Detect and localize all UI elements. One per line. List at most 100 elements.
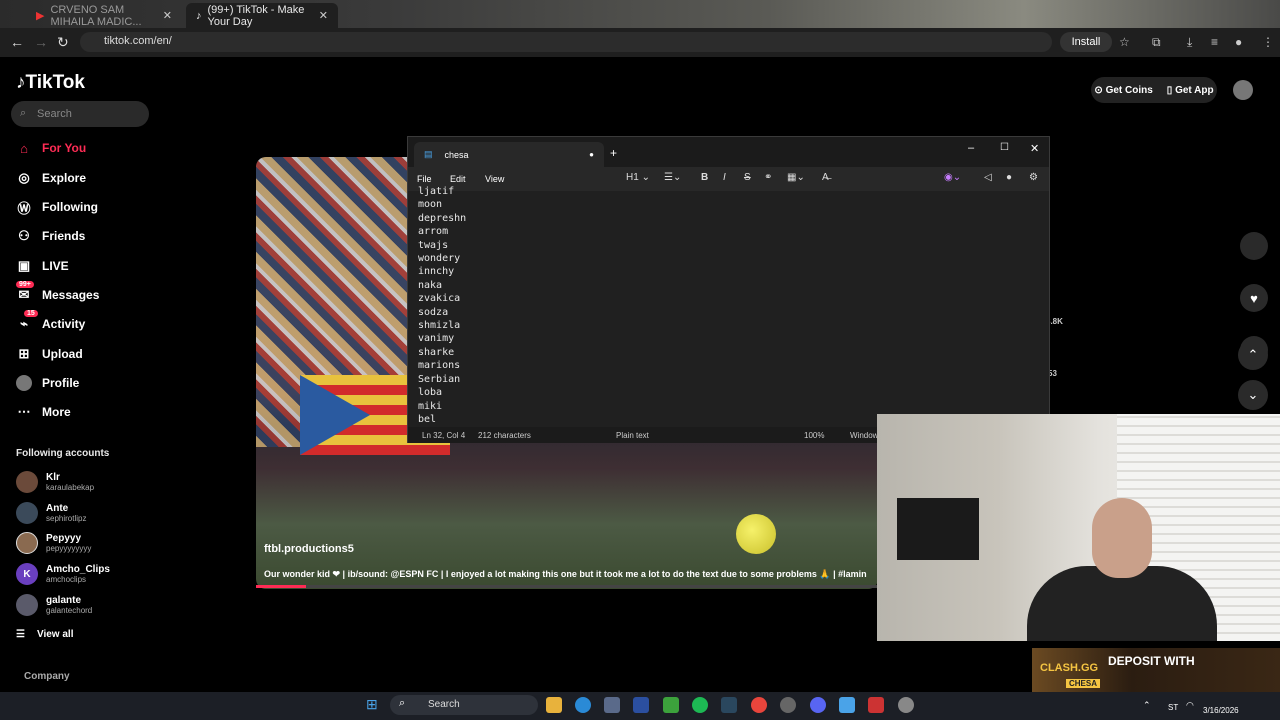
chevron-up-icon[interactable]: ⌃ [1143,700,1151,711]
notepad-text-area[interactable]: ljatif moon depreshn arrom twajs wondery innch… [418,185,466,426]
avatar [16,594,38,616]
avatar[interactable] [1233,80,1253,100]
edge-icon[interactable] [575,697,591,713]
url-input[interactable]: tiktok.com/en/ [80,32,1052,52]
notepad-tab[interactable]: ▤ chesa ● [414,142,604,167]
app-icon[interactable] [633,697,649,713]
text-line: sharke [418,346,455,358]
menu-edit[interactable]: Edit [450,174,466,184]
language-indicator[interactable]: ST [1168,703,1178,712]
browser-tab-youtube[interactable]: ▶ CRVENO SAM MIHAILA MADIC... ✕ [26,3,182,28]
text-line: loba [418,387,443,399]
table-icon[interactable]: ▦⌄ [787,172,805,183]
text-format[interactable]: Plain text [616,431,649,440]
megaphone-icon[interactable]: ◁ [984,172,992,183]
copilot-icon[interactable]: ◉⌄ [944,172,961,183]
chrome-icon[interactable] [751,697,767,713]
store-icon[interactable] [604,697,620,713]
text-line: zvakica [418,293,461,305]
video-author[interactable]: ftbl.productions5 [264,543,354,555]
heading-select[interactable]: H1 ⌄ [626,172,650,183]
account-item[interactable]: Klr karaulabekap [16,471,94,493]
home-icon: ⌂ [20,140,28,156]
account-item[interactable]: Ante sephirotlipz [16,502,86,524]
account-item[interactable]: K Amcho_Clips amchoclips [16,563,110,585]
nav-friends[interactable]: ⚇ Friends [16,226,85,246]
nav-upload[interactable]: ⊞ Upload [16,344,83,364]
header-actions: ⊙ Get Coins ▯ Get App [1091,77,1217,103]
activity-badge: 15 [24,310,38,317]
clear-format-icon[interactable]: A̶ [822,172,829,183]
view-all-link[interactable]: ☰ View all [16,629,73,640]
video-progress-bar[interactable] [256,585,878,588]
maximize-icon[interactable]: ☐ [1000,142,1009,153]
wifi-icon[interactable]: ◠ [1186,700,1194,711]
bold-icon[interactable]: B [701,172,708,183]
zoom-level[interactable]: 100% [804,431,824,440]
tiktok-logo[interactable]: ♪TikTok [16,72,85,94]
browser-tab-tiktok[interactable]: ♪ (99+) TikTok - Make Your Day ✕ [186,3,338,28]
nav-messages[interactable]: ✉ Messages 99+ [16,281,99,305]
chevron-up-icon[interactable]: ⌃ [1238,340,1268,370]
minimize-icon[interactable]: – [968,142,974,154]
link-icon[interactable]: ⚭ [764,172,772,183]
close-tab-icon[interactable]: ✕ [319,9,328,22]
video-frame [300,375,370,455]
install-button[interactable]: Install [1060,32,1112,52]
activity-icon: ⌁ [20,316,28,331]
text-line: wondery [418,253,461,265]
company-link[interactable]: Company [24,671,70,682]
notepad-icon[interactable] [839,697,855,713]
live-icon: ▣ [17,258,31,273]
account-item[interactable]: Pepyyy pepyyyyyyyy [16,532,91,554]
unsaved-dot-icon[interactable]: ● [589,150,594,159]
author-avatar[interactable] [1240,232,1268,260]
nav-profile[interactable]: Profile [16,373,79,393]
search-input[interactable]: Search [11,101,149,127]
account-item[interactable]: galante galantechord [16,594,92,616]
text-line: twajs [418,239,449,251]
menu-file[interactable]: File [417,174,432,184]
minecraft-icon[interactable] [663,697,679,713]
extensions-icon[interactable]: ⧉ [1152,35,1161,50]
like-icon[interactable]: ♥ [1240,284,1268,312]
text-line: shmizla [418,320,461,332]
forward-icon[interactable]: → [34,34,48,50]
steam-icon[interactable] [721,697,737,713]
italic-icon[interactable]: I [723,172,726,183]
nav-following[interactable]: Ⓦ Following [16,197,98,217]
settings-icon[interactable] [898,697,914,713]
account-icon[interactable]: ● [1006,172,1012,183]
line-ending[interactable]: Window [850,431,878,440]
reading-list-icon[interactable]: ≡ [1211,35,1218,49]
chevron-down-icon[interactable]: ⌄ [1238,380,1268,410]
nav-explore[interactable]: ◎ Explore [16,168,86,188]
discord-icon[interactable] [810,697,826,713]
get-coins-button[interactable]: ⊙ Get Coins [1094,85,1152,96]
download-icon[interactable]: ⤓ [1187,35,1192,50]
menu-view[interactable]: View [485,174,504,184]
spotify-icon[interactable] [692,697,708,713]
settings-icon[interactable]: ⚙ [1029,172,1038,183]
taskbar-search[interactable]: Search [390,695,538,715]
get-app-button[interactable]: ▯ Get App [1167,85,1214,96]
close-icon[interactable]: ✕ [1030,142,1039,155]
strikethrough-icon[interactable]: S [744,172,751,183]
nav-activity[interactable]: ⌁ Activity 15 [16,310,85,334]
nav-more[interactable]: ⋯ More [16,402,71,422]
new-tab-icon[interactable]: + [610,146,617,160]
app-icon[interactable] [868,697,884,713]
list-icon[interactable]: ☰⌄ [664,172,681,183]
menu-icon[interactable]: ⋮ [1262,35,1274,49]
nav-live[interactable]: ▣ LIVE [16,256,69,276]
windows-start-icon[interactable]: ⊞ [366,696,378,713]
nav-for-you[interactable]: ⌂ For You [16,138,86,158]
clock-date[interactable]: 3/16/2026 [1203,706,1239,715]
close-tab-icon[interactable]: ✕ [163,9,172,22]
file-explorer-icon[interactable] [546,697,562,713]
app-icon[interactable] [780,697,796,713]
profile-avatar-icon[interactable]: ● [1235,35,1242,49]
star-icon[interactable]: ☆ [1119,35,1130,49]
back-icon[interactable]: ← [10,34,24,50]
reload-icon[interactable]: ↻ [57,34,69,51]
